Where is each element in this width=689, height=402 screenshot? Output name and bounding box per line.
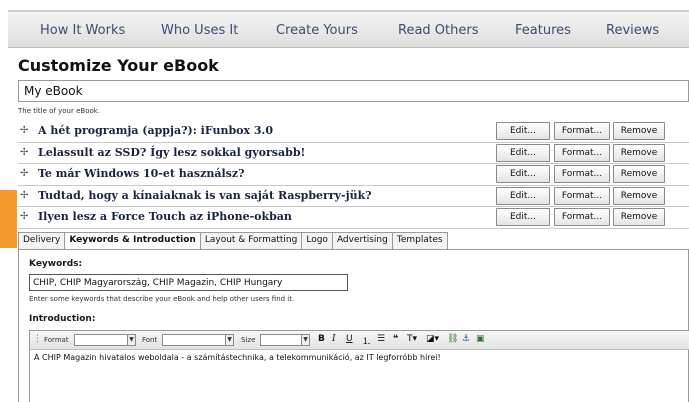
nav-create-yours[interactable]: Create Yours — [276, 23, 358, 38]
remove-chapter-button[interactable]: Remove — [613, 165, 665, 183]
image-icon[interactable]: ▣ — [476, 334, 485, 344]
nav-features[interactable]: Features — [515, 23, 571, 38]
italic-icon[interactable]: I — [332, 334, 336, 344]
chapter-row: ✢ A hét programja (appja?): iFunbox 3.0 … — [18, 121, 689, 143]
nav-how-it-works[interactable]: How It Works — [40, 23, 125, 38]
tab-delivery[interactable]: Delivery — [18, 232, 66, 249]
format-chapter-button[interactable]: Format... — [554, 143, 610, 162]
bold-icon[interactable]: B — [318, 334, 325, 344]
accent-marker — [0, 190, 17, 248]
page-title: Customize Your eBook — [18, 56, 219, 75]
remove-chapter-button[interactable]: Remove — [613, 186, 665, 205]
background-color-icon[interactable]: ◪▾ — [426, 334, 439, 344]
drag-handle-icon[interactable]: ✢ — [20, 125, 28, 136]
nav-who-uses-it[interactable]: Who Uses It — [161, 23, 238, 38]
chapter-row: ✢ Lelassult az SSD? Így lesz sokkal gyor… — [18, 143, 689, 164]
chapter-row: ✢ Te már Windows 10-et használsz? Edit..… — [18, 164, 689, 186]
chapter-title[interactable]: Lelassult az SSD? Így lesz sokkal gyorsa… — [38, 146, 305, 159]
format-chapter-button[interactable]: Format... — [554, 208, 610, 226]
drag-handle-icon[interactable]: ✢ — [20, 211, 28, 222]
edit-chapter-button[interactable]: Edit... — [496, 165, 550, 183]
tab-layout-formatting[interactable]: Layout & Formatting — [199, 232, 303, 249]
edit-chapter-button[interactable]: Edit... — [496, 122, 550, 140]
format-label: Format — [44, 336, 69, 344]
font-select[interactable]: ▼ — [162, 334, 234, 346]
link-icon[interactable]: ⛓ — [447, 334, 458, 344]
tab-templates[interactable]: Templates — [391, 232, 448, 249]
remove-chapter-button[interactable]: Remove — [613, 208, 665, 226]
chevron-down-icon: ▼ — [301, 335, 309, 345]
drag-handle-icon[interactable]: ✢ — [20, 147, 28, 158]
drag-handle-icon[interactable]: ✢ — [20, 168, 28, 179]
ebook-title-input[interactable] — [18, 80, 689, 102]
keywords-label: Keywords: — [29, 259, 83, 269]
settings-tabs: Delivery Keywords & Introduction Layout … — [18, 232, 448, 249]
font-label: Font — [142, 336, 158, 344]
chevron-down-icon: ▼ — [127, 335, 135, 345]
anchor-icon[interactable]: ⚓ — [462, 334, 470, 344]
keywords-input[interactable] — [29, 274, 348, 291]
remove-chapter-button[interactable]: Remove — [613, 143, 665, 162]
format-chapter-button[interactable]: Format... — [554, 186, 610, 205]
chapter-title[interactable]: A hét programja (appja?): iFunbox 3.0 — [38, 124, 273, 137]
chapter-title[interactable]: Ilyen lesz a Force Touch az iPhone-okban — [38, 210, 292, 223]
edit-chapter-button[interactable]: Edit... — [496, 143, 550, 162]
tab-keywords-introduction[interactable]: Keywords & Introduction — [64, 232, 201, 249]
introduction-text[interactable]: A CHIP Magazin hivatalos weboldala - a s… — [30, 350, 689, 365]
editor-toolbar: ⋮ Format ▼ Font ▼ Size ▼ B I U ⒈ ☰ ❝ T▾ … — [30, 331, 689, 350]
toolbar-grip-icon: ⋮ — [33, 334, 42, 344]
size-label: Size — [241, 336, 256, 344]
nav-reviews[interactable]: Reviews — [606, 23, 659, 38]
introduction-editor: ⋮ Format ▼ Font ▼ Size ▼ B I U ⒈ ☰ ❝ T▾ … — [29, 330, 689, 402]
remove-chapter-button[interactable]: Remove — [613, 122, 665, 140]
tab-logo[interactable]: Logo — [301, 232, 333, 249]
ordered-list-icon[interactable]: ⒈ — [362, 334, 371, 347]
text-color-icon[interactable]: T▾ — [407, 334, 417, 344]
keywords-help: Enter some keywords that describe your e… — [29, 295, 295, 303]
top-navigation: How It Works Who Uses It Create Yours Re… — [8, 10, 689, 48]
chapter-title[interactable]: Te már Windows 10-et használsz? — [38, 167, 245, 180]
edit-chapter-button[interactable]: Edit... — [496, 208, 550, 226]
format-chapter-button[interactable]: Format... — [554, 122, 610, 140]
ebook-title-help: The title of your eBook. — [18, 107, 101, 115]
unordered-list-icon[interactable]: ☰ — [377, 334, 385, 344]
chapter-row: ✢ Tudtad, hogy a kínaiaknak is van saját… — [18, 186, 689, 207]
chevron-down-icon: ▼ — [225, 335, 233, 345]
size-select[interactable]: ▼ — [260, 334, 310, 346]
edit-chapter-button[interactable]: Edit... — [496, 186, 550, 205]
blockquote-icon[interactable]: ❝ — [393, 334, 398, 344]
drag-handle-icon[interactable]: ✢ — [20, 190, 28, 201]
format-chapter-button[interactable]: Format... — [554, 165, 610, 183]
underline-icon[interactable]: U — [346, 334, 353, 344]
keywords-introduction-panel: Keywords: Enter some keywords that descr… — [18, 249, 689, 402]
chapter-row: ✢ Ilyen lesz a Force Touch az iPhone-okb… — [18, 207, 689, 229]
chapter-title[interactable]: Tudtad, hogy a kínaiaknak is van saját R… — [38, 189, 372, 202]
chapter-list: ✢ A hét programja (appja?): iFunbox 3.0 … — [18, 121, 689, 229]
format-select[interactable]: ▼ — [74, 334, 136, 346]
tab-advertising[interactable]: Advertising — [331, 232, 393, 249]
nav-read-others[interactable]: Read Others — [398, 23, 478, 38]
introduction-label: Introduction: — [29, 314, 96, 324]
